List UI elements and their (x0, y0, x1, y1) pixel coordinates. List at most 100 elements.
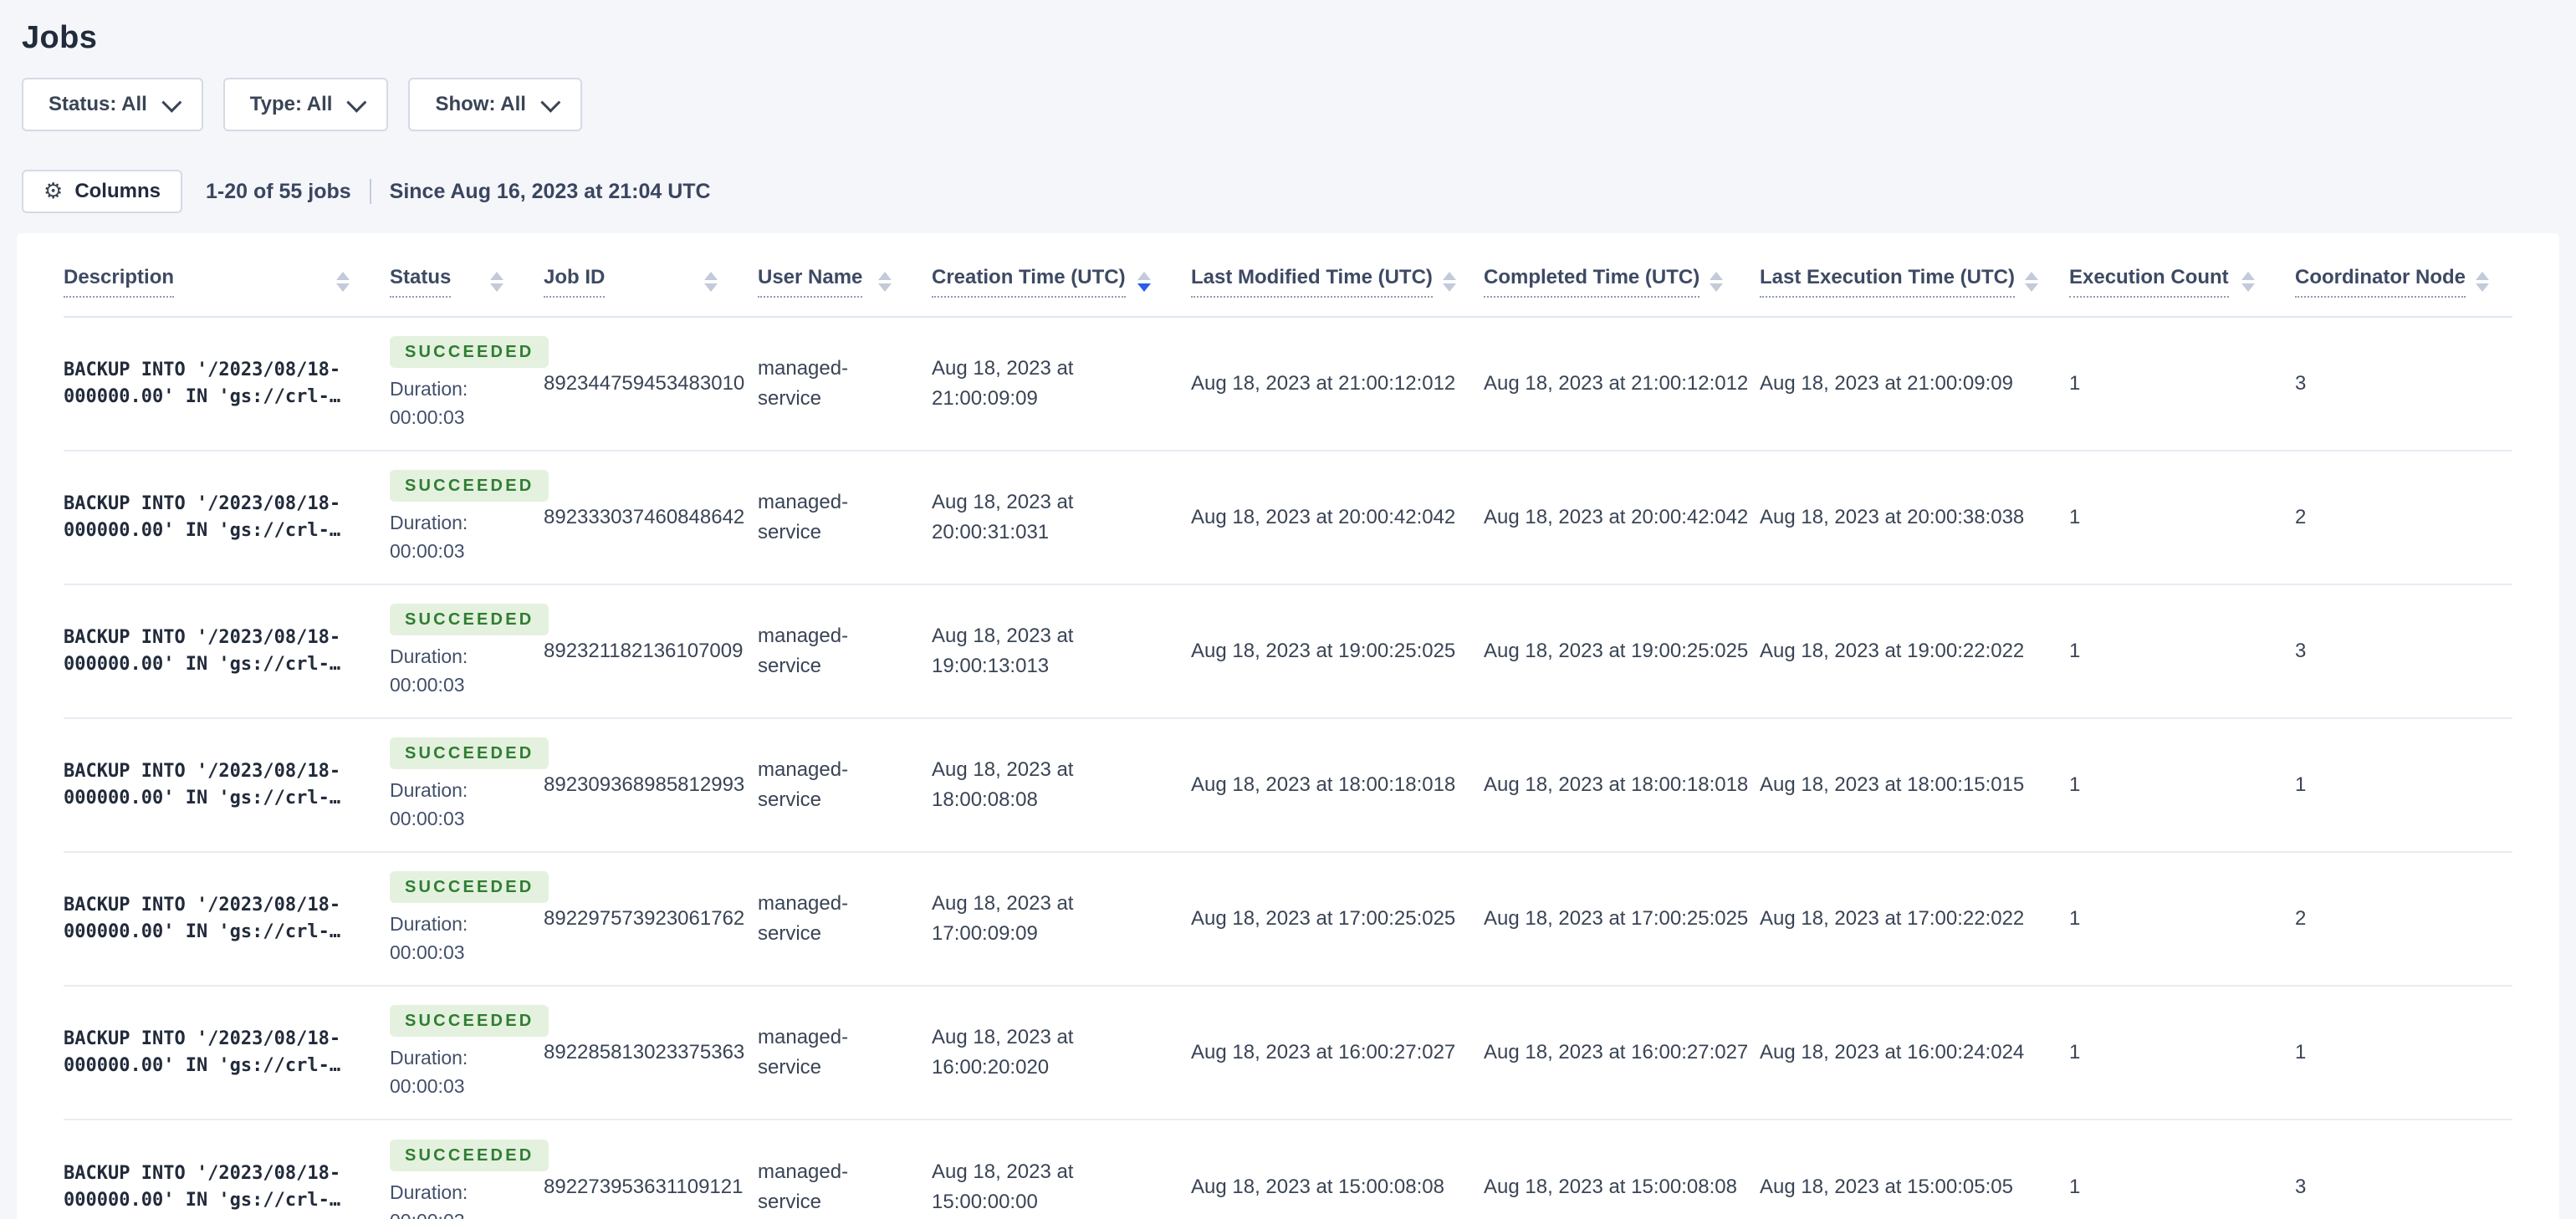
sort-icon[interactable] (2024, 271, 2038, 292)
duration-value: 00:00:03 (390, 941, 465, 963)
sort-icon[interactable] (1710, 271, 1724, 292)
creation-time: Aug 18, 2023 at 19:00:13:013 (932, 625, 1074, 677)
sort-asc-arrow (1442, 271, 1456, 280)
sort-asc-arrow (1710, 271, 1724, 280)
column-header-creation-time-utc[interactable]: Creation Time (UTC) (932, 233, 1191, 318)
sort-icon[interactable] (878, 271, 892, 292)
completed-time: Aug 18, 2023 at 15:00:08:08 (1484, 1175, 1737, 1198)
execution-count: 1 (2069, 907, 2081, 930)
sort-icon[interactable] (1442, 271, 1456, 292)
job-id: 892309368985812993 (544, 773, 745, 796)
sort-asc-arrow (878, 271, 892, 280)
user-name: managed-service (758, 491, 849, 543)
columns-button[interactable]: ⚙ Columns (22, 170, 182, 213)
filter-show-dropdown[interactable]: Show: All (408, 78, 582, 131)
coordinator-node: 1 (2295, 773, 2307, 796)
table-row: BACKUP INTO '/2023/08/18-000000.00' IN '… (64, 317, 2512, 451)
column-header-label: User Name (758, 266, 863, 298)
coordinator-node: 2 (2295, 506, 2307, 528)
completed-time: Aug 18, 2023 at 21:00:12:012 (1484, 372, 1749, 395)
column-header-user-name[interactable]: User Name (758, 233, 932, 318)
creation-time: Aug 18, 2023 at 18:00:08:08 (932, 758, 1074, 811)
job-description: BACKUP INTO '/2023/08/18-000000.00' IN '… (64, 895, 341, 942)
sort-desc-arrow (878, 283, 892, 292)
column-header-label: Last Execution Time (UTC) (1760, 266, 2015, 298)
sort-icon[interactable] (336, 271, 350, 292)
column-header-description[interactable]: Description (64, 233, 390, 318)
creation-time: Aug 18, 2023 at 20:00:31:031 (932, 491, 1074, 543)
user-name: managed-service (758, 625, 849, 677)
execution-count: 1 (2069, 640, 2081, 662)
creation-time: Aug 18, 2023 at 16:00:20:020 (932, 1026, 1074, 1079)
creation-time: Aug 18, 2023 at 17:00:09:09 (932, 892, 1074, 945)
sort-icon[interactable] (2476, 271, 2489, 292)
column-header-completed-time-utc[interactable]: Completed Time (UTC) (1484, 233, 1760, 318)
last-execution-time: Aug 18, 2023 at 20:00:38:038 (1760, 506, 2025, 528)
jobs-table: Description Status Job ID User Name Crea… (64, 233, 2512, 1219)
column-header-job-id[interactable]: Job ID (544, 233, 758, 318)
since-text: Since Aug 16, 2023 at 21:04 UTC (389, 179, 711, 203)
job-description: BACKUP INTO '/2023/08/18-000000.00' IN '… (64, 493, 341, 541)
job-id: 892321182136107009 (544, 640, 744, 662)
table-row: BACKUP INTO '/2023/08/18-000000.00' IN '… (64, 851, 2512, 986)
duration-value: 00:00:03 (390, 674, 465, 696)
last-modified-time: Aug 18, 2023 at 19:00:25:025 (1191, 640, 1456, 662)
status-badge: SUCCEEDED (390, 1005, 549, 1037)
duration-label: Duration: (390, 645, 468, 667)
duration-value: 00:00:03 (390, 406, 465, 428)
column-header-execution-count[interactable]: Execution Count (2069, 233, 2295, 318)
job-description: BACKUP INTO '/2023/08/18-000000.00' IN '… (64, 627, 341, 675)
sort-desc-arrow (336, 283, 350, 292)
filter-status-dropdown[interactable]: Status: All (22, 78, 203, 131)
duration-label: Duration: (390, 913, 468, 935)
completed-time: Aug 18, 2023 at 18:00:18:018 (1484, 773, 1749, 796)
column-header-label: Coordinator Node (2295, 266, 2466, 298)
table-header-row: Description Status Job ID User Name Crea… (64, 233, 2512, 318)
execution-count: 1 (2069, 506, 2081, 528)
duration-value: 00:00:03 (390, 540, 465, 562)
duration-label: Duration: (390, 512, 468, 533)
job-id: 892333037460848642 (544, 506, 745, 528)
columns-button-label: Columns (74, 180, 161, 202)
job-id: 892344759453483010 (544, 372, 745, 395)
duration-value: 00:00:03 (390, 1206, 503, 1219)
column-header-label: Completed Time (UTC) (1484, 266, 1700, 298)
last-execution-time: Aug 18, 2023 at 21:00:09:09 (1760, 372, 2013, 395)
filters-row: Status: All Type: All Show: All (22, 78, 2576, 131)
table-row: BACKUP INTO '/2023/08/18-000000.00' IN '… (64, 450, 2512, 584)
creation-time: Aug 18, 2023 at 21:00:09:09 (932, 357, 1074, 410)
table-toolbar: ⚙ Columns 1-20 of 55 jobs Since Aug 16, … (22, 170, 2576, 213)
sort-asc-arrow (490, 271, 503, 280)
sort-icon[interactable] (1137, 271, 1151, 292)
completed-time: Aug 18, 2023 at 16:00:27:027 (1484, 1041, 1749, 1063)
sort-icon[interactable] (2241, 271, 2255, 292)
last-execution-time: Aug 18, 2023 at 15:00:05:05 (1760, 1175, 2013, 1198)
column-header-coordinator-node[interactable]: Coordinator Node (2295, 233, 2512, 318)
sort-asc-arrow (2241, 271, 2255, 280)
sort-icon[interactable] (490, 271, 503, 292)
sort-asc-arrow (1137, 271, 1151, 280)
column-header-last-modified-time-utc[interactable]: Last Modified Time (UTC) (1191, 233, 1484, 318)
execution-count: 1 (2069, 1041, 2081, 1063)
last-execution-time: Aug 18, 2023 at 18:00:15:015 (1760, 773, 2025, 796)
completed-time: Aug 18, 2023 at 19:00:25:025 (1484, 640, 1749, 662)
duration-label: Duration: (390, 1047, 468, 1069)
duration-label: Duration: (390, 378, 468, 400)
job-id: 892273953631109121 (544, 1175, 744, 1198)
sort-desc-arrow (704, 283, 718, 292)
jobs-table-card: Description Status Job ID User Name Crea… (17, 233, 2559, 1219)
last-modified-time: Aug 18, 2023 at 17:00:25:025 (1191, 907, 1456, 930)
column-header-last-execution-time-utc[interactable]: Last Execution Time (UTC) (1760, 233, 2069, 318)
filter-type-dropdown[interactable]: Type: All (222, 78, 389, 131)
execution-count: 1 (2069, 1175, 2081, 1198)
column-header-status[interactable]: Status (390, 233, 544, 318)
sort-icon[interactable] (704, 271, 718, 292)
coordinator-node: 3 (2295, 640, 2307, 662)
sort-asc-arrow (2476, 271, 2489, 280)
job-description: BACKUP INTO '/2023/08/18-000000.00' IN '… (64, 1028, 341, 1076)
execution-count: 1 (2069, 372, 2081, 395)
toolbar-divider (369, 179, 371, 204)
column-header-label: Last Modified Time (UTC) (1191, 266, 1433, 298)
duration-value: 00:00:03 (390, 1075, 465, 1097)
last-execution-time: Aug 18, 2023 at 16:00:24:024 (1760, 1041, 2025, 1063)
